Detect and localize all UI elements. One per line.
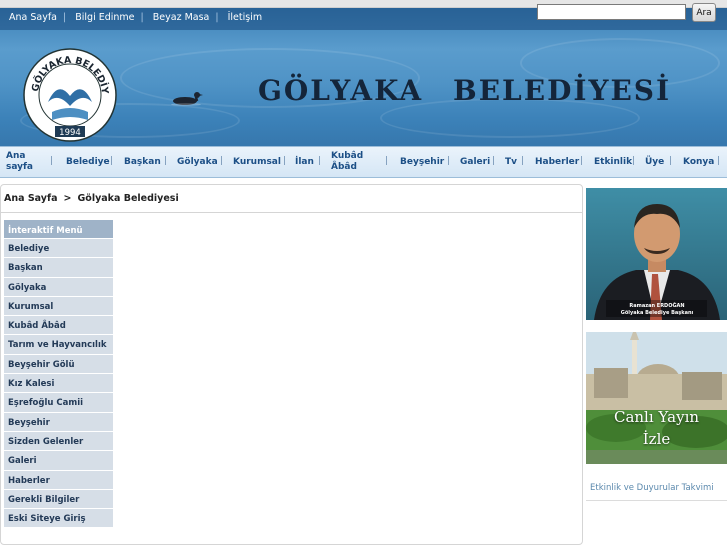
side-menu-item[interactable]: Başkan — [4, 258, 113, 278]
nav-item-beysehir[interactable]: Beyşehir — [400, 147, 444, 177]
side-menu-item[interactable]: Gölyaka — [4, 277, 113, 297]
nav-item-municipality[interactable]: Belediye — [66, 147, 110, 177]
site-title-word1: GÖLYAKA — [258, 74, 424, 107]
page: Ana Sayfa | Bilgi Edinme | Beyaz Masa | İle… — [0, 0, 727, 545]
side-menu-item[interactable]: Kız Kalesi — [4, 374, 113, 394]
duck-icon — [171, 92, 203, 106]
top-link-contact[interactable]: İletişim — [228, 12, 263, 23]
nav-item-kubad-abad[interactable]: Kubâd Âbâd — [331, 147, 375, 177]
side-menu-item[interactable]: Sizden Gelenler — [4, 431, 113, 452]
nav-item-golyaka[interactable]: Gölyaka — [177, 147, 218, 177]
top-link-info[interactable]: Bilgi Edinme — [75, 12, 134, 23]
nav-item-events[interactable]: Etkinlik — [594, 147, 632, 177]
nav-item-news[interactable]: Haberler — [535, 147, 579, 177]
side-menu-item[interactable]: Galeri — [4, 451, 113, 471]
live-stream-banner[interactable]: Canlı Yayın İzle — [586, 332, 727, 464]
municipality-logo[interactable]: GÖLYAKA BELEDİYESİ 1994 — [19, 32, 118, 146]
nav-item-home[interactable]: Ana sayfa — [6, 147, 42, 177]
live-stream-text: Canlı Yayın İzle — [586, 406, 727, 450]
main-navigation: Ana sayfa | Belediye | Başkan | Gölyaka … — [0, 146, 727, 178]
side-menu-item[interactable]: Gerekli Bilgiler — [4, 489, 113, 510]
side-menu-item[interactable]: Belediye — [4, 239, 113, 259]
side-menu-item[interactable]: Beyşehir — [4, 412, 113, 432]
logo-year: 1994 — [59, 128, 81, 138]
nav-item-konya[interactable]: Konya — [683, 147, 714, 177]
search-button[interactable]: Ara — [692, 3, 716, 22]
mayor-caption-name: Ramazan ERDOĞAN — [629, 302, 684, 309]
top-link-white-desk[interactable]: Beyaz Masa — [153, 12, 210, 23]
side-menu-item[interactable]: Eşrefoğlu Camii — [4, 393, 113, 413]
nav-item-announcements[interactable]: İlan — [295, 147, 314, 177]
site-title-word2: BELEDİYESİ — [453, 74, 672, 107]
site-title: GÖLYAKA BELEDİYESİ — [258, 74, 671, 107]
mayor-caption-title: Gölyaka Belediye Başkanı — [621, 310, 694, 316]
live-stream-line2: İzle — [642, 430, 671, 448]
header-banner: Ana Sayfa | Bilgi Edinme | Beyaz Masa | İle… — [0, 8, 727, 146]
side-menu-item[interactable]: Kubâd Âbâd — [4, 316, 113, 336]
breadcrumb-current: Gölyaka Belediyesi — [77, 193, 179, 204]
side-menu-heading: İnteraktif Menü — [4, 220, 113, 239]
mayor-photo[interactable]: Ramazan ERDOĞAN Gölyaka Belediye Başkanı — [586, 188, 727, 320]
side-menu-item[interactable]: Beyşehir Gölü — [4, 354, 113, 375]
breadcrumb-home[interactable]: Ana Sayfa — [4, 193, 58, 204]
nav-item-member[interactable]: Üye — [645, 147, 664, 177]
nav-item-gallery[interactable]: Galeri — [460, 147, 490, 177]
breadcrumb-divider — [0, 212, 583, 213]
events-calendar-link[interactable]: Etkinlik ve Duyurular Takvimi — [586, 475, 727, 501]
nav-item-mayor[interactable]: Başkan — [124, 147, 161, 177]
breadcrumb: Ana Sayfa > Gölyaka Belediyesi — [4, 193, 179, 204]
side-menu-item[interactable]: Haberler — [4, 470, 113, 490]
side-menu-item[interactable]: Kurumsal — [4, 296, 113, 317]
interactive-side-menu: İnteraktif Menü Belediye Başkan Gölyaka … — [4, 220, 113, 529]
search-input[interactable] — [537, 4, 686, 20]
nav-item-tv[interactable]: Tv — [505, 147, 517, 177]
top-link-home[interactable]: Ana Sayfa — [9, 12, 57, 23]
nav-item-corporate[interactable]: Kurumsal — [233, 147, 281, 177]
side-menu-item[interactable]: Eski Siteye Giriş — [4, 509, 113, 529]
side-menu-item[interactable]: Tarım ve Hayvancılık — [4, 335, 113, 355]
live-stream-line1: Canlı Yayın — [613, 408, 700, 426]
